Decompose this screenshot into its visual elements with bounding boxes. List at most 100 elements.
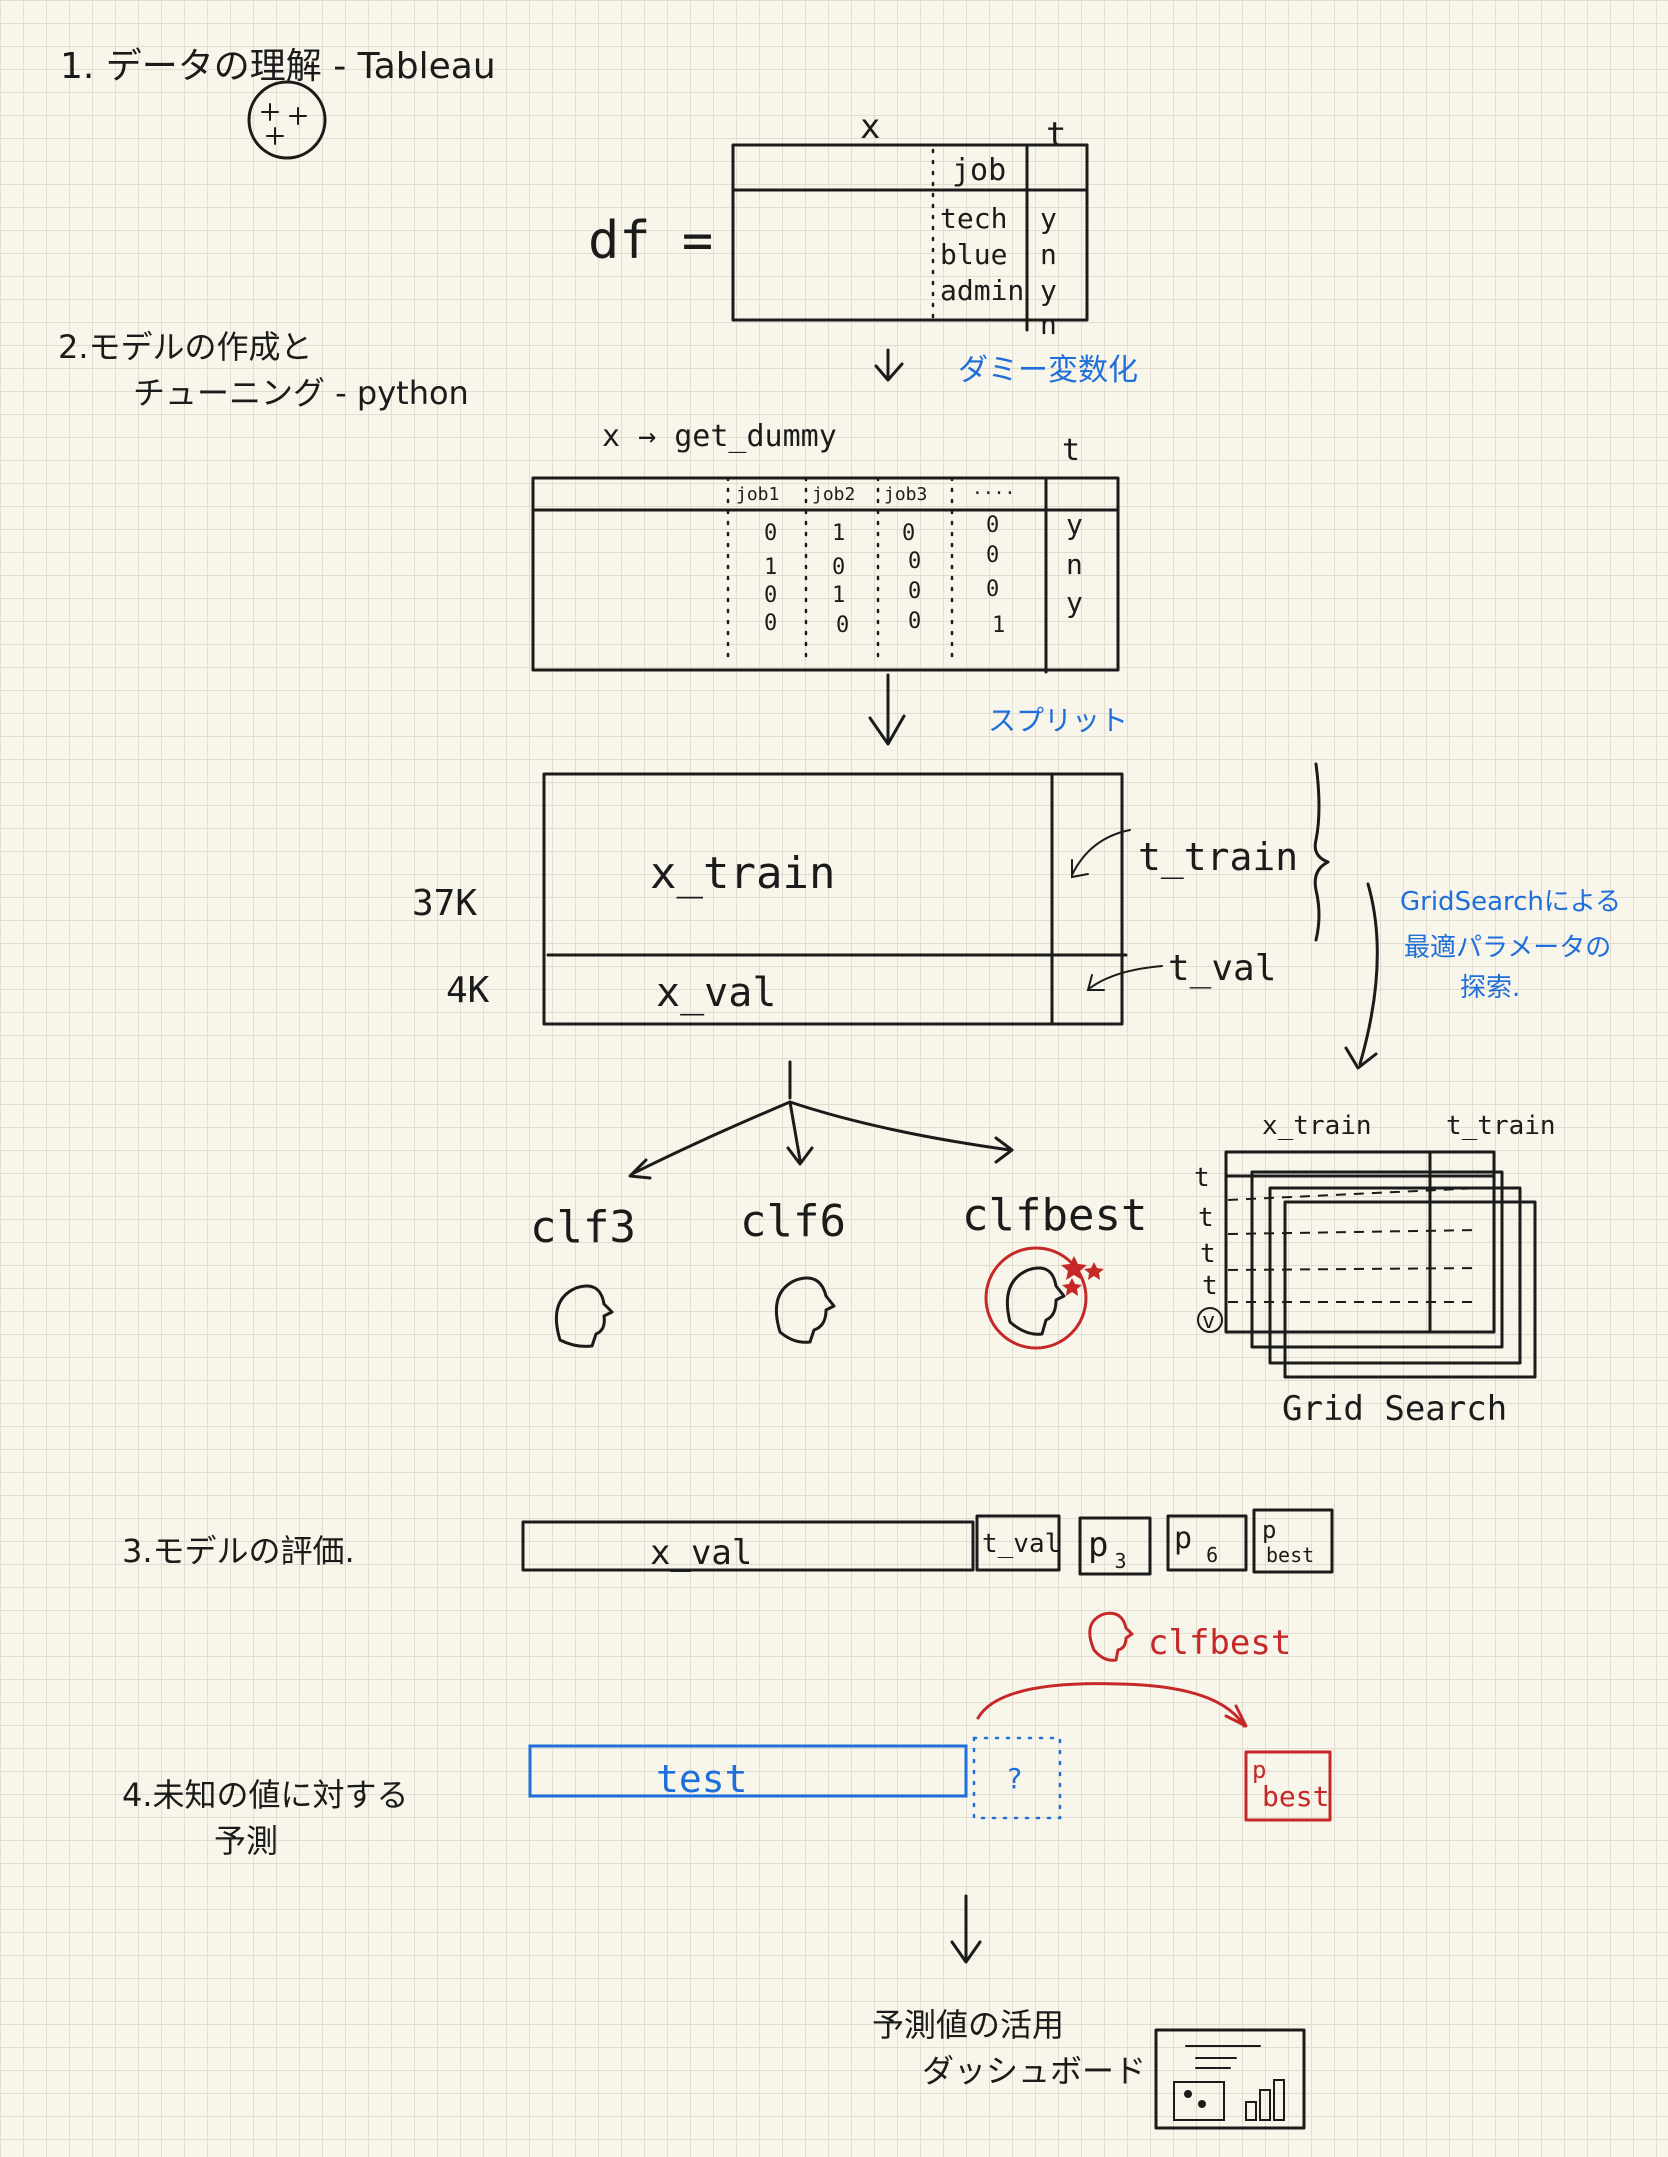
- dummy-cell: 1: [832, 583, 845, 608]
- star-icon: [1062, 1278, 1082, 1296]
- eval-p3-sub: 3: [1114, 1549, 1126, 1573]
- test-label: test: [656, 1757, 748, 1801]
- model-label: clfbest: [962, 1190, 1147, 1241]
- dummy-cell: 0: [764, 583, 777, 608]
- df-col-header-job: job: [952, 153, 1006, 188]
- dummy-header: job2: [812, 484, 855, 505]
- grid-search-label: Grid Search: [1282, 1389, 1507, 1429]
- x-val-label: x_val: [656, 970, 776, 1016]
- dummy-table: [531, 476, 1120, 674]
- df-t-value: y: [1040, 274, 1057, 307]
- step4-subtitle: 予測: [214, 1822, 278, 1860]
- person-head-icon: [774, 1276, 836, 1344]
- dashboard-icon: [1154, 2028, 1306, 2130]
- gs-row-mark: t: [1200, 1239, 1216, 1269]
- grid-search-annotation: 探索.: [1460, 973, 1520, 1003]
- eval-p3-base: p: [1088, 1525, 1108, 1565]
- dummy-header: job3: [884, 484, 927, 505]
- df-label: df =: [588, 211, 713, 271]
- gs-t-header: t_train: [1446, 1111, 1556, 1141]
- eval-p6-base: p: [1174, 1521, 1192, 1556]
- step1-title: 1. データの理解 - Tableau: [60, 46, 496, 87]
- dummy-cell: 0: [902, 521, 915, 546]
- dummy-t-label: t: [1062, 433, 1080, 468]
- prediction-pbest: p best: [1252, 1756, 1329, 1813]
- dummy-row: 0 1 0 0 y: [764, 577, 1083, 619]
- prediction-pbest-sub: best: [1262, 1780, 1329, 1813]
- dummy-x-label: x → get_dummy: [602, 419, 837, 454]
- eval-pbest-sub: best: [1266, 1543, 1314, 1567]
- arrow-down-icon: [868, 673, 906, 746]
- dummy-cell: 1: [992, 613, 1005, 638]
- dummy-cell: 0: [908, 579, 921, 604]
- dummy-row: 0 1 0 0 y: [764, 508, 1083, 546]
- dummy-cell: y: [1066, 586, 1083, 619]
- usage-subtitle: ダッシュボード: [922, 2052, 1146, 2090]
- df-t-value: y: [1040, 202, 1057, 235]
- step4-title: 4.未知の値に対する: [122, 1776, 409, 1814]
- step2-subtitle: チューニング - python: [133, 374, 469, 412]
- curved-arrow-down-icon: [1344, 882, 1379, 1070]
- dummy-row: 1 0 0 0 n: [764, 543, 1083, 581]
- arrow-down-icon: [874, 348, 904, 382]
- dummy-cell: 0: [986, 543, 999, 568]
- person-head-icon: [1088, 1611, 1134, 1662]
- tableau-logo-icon: [247, 80, 327, 160]
- gs-row-mark: t: [1198, 1203, 1214, 1233]
- eval-p3: p3: [1088, 1525, 1127, 1573]
- gs-row-mark: t: [1194, 1163, 1210, 1193]
- eval-p6: p6: [1174, 1521, 1218, 1567]
- dummy-cell: y: [1066, 508, 1083, 541]
- star-icon: [1061, 1256, 1087, 1280]
- grid-search-stack: [1224, 1150, 1537, 1379]
- dummy-annotation: ダミー変数化: [958, 353, 1138, 388]
- dummy-cell: 0: [836, 613, 849, 638]
- star-icon: [1084, 1262, 1104, 1280]
- df-table: [731, 143, 1089, 332]
- dummy-cell: 0: [764, 521, 777, 546]
- df-x-label: x: [860, 107, 880, 147]
- df-job-value: blue: [940, 238, 1007, 271]
- df-job-value: admin: [940, 274, 1024, 307]
- eval-p6-sub: 6: [1206, 1543, 1218, 1567]
- df-t-value: n: [1040, 308, 1057, 341]
- arrow-down-icon: [950, 1894, 982, 1964]
- arrow-left-icon: [1086, 965, 1163, 991]
- df-t-value: n: [1040, 238, 1057, 271]
- unknown-label: ?: [1006, 1762, 1023, 1795]
- grid-search-annotation: GridSearchによる: [1400, 887, 1621, 917]
- brace: [1313, 762, 1330, 942]
- dummy-header: job1: [736, 484, 779, 505]
- grid-search-annotation: 最適パラメータの: [1404, 933, 1611, 963]
- eval-t-val: t_val: [982, 1529, 1060, 1559]
- eval-x-val: x_val: [650, 1533, 752, 1573]
- x-train-label: x_train: [650, 848, 835, 899]
- model-label: clf3: [530, 1202, 636, 1253]
- curved-arrow-right-icon: [976, 1682, 1248, 1728]
- gs-x-header: x_train: [1262, 1111, 1372, 1141]
- dummy-cell: n: [1066, 548, 1083, 581]
- usage-title: 予測値の活用: [872, 2006, 1064, 2044]
- t-train-label: t_train: [1138, 835, 1298, 880]
- eval-pbest: p best: [1262, 1516, 1314, 1567]
- model-label: clf6: [740, 1196, 846, 1247]
- df-t-label: t: [1046, 115, 1066, 155]
- dummy-row: 0 0 0 1: [764, 609, 1005, 638]
- dummy-cell: 0: [832, 555, 845, 580]
- prediction-model-label: clfbest: [1148, 1623, 1291, 1663]
- prediction-row: [528, 1736, 1062, 1820]
- person-head-icon: [554, 1284, 614, 1348]
- branch-arrows: [628, 1060, 1014, 1180]
- dummy-cell: 0: [986, 577, 999, 602]
- dummy-cell: 1: [832, 521, 845, 546]
- gs-row-mark: v: [1202, 1309, 1215, 1334]
- dummy-cell: 0: [908, 549, 921, 574]
- train-size: 37K: [412, 883, 477, 924]
- eval-pbest-base: p: [1262, 1516, 1276, 1544]
- best-model-icon: [984, 1246, 1104, 1350]
- step3-title: 3.モデルの評価.: [122, 1532, 355, 1570]
- step2-title: 2.モデルの作成と: [58, 328, 313, 366]
- split-annotation: スプリット: [988, 704, 1128, 737]
- val-size: 4K: [446, 970, 490, 1011]
- dummy-cell: 0: [908, 609, 921, 634]
